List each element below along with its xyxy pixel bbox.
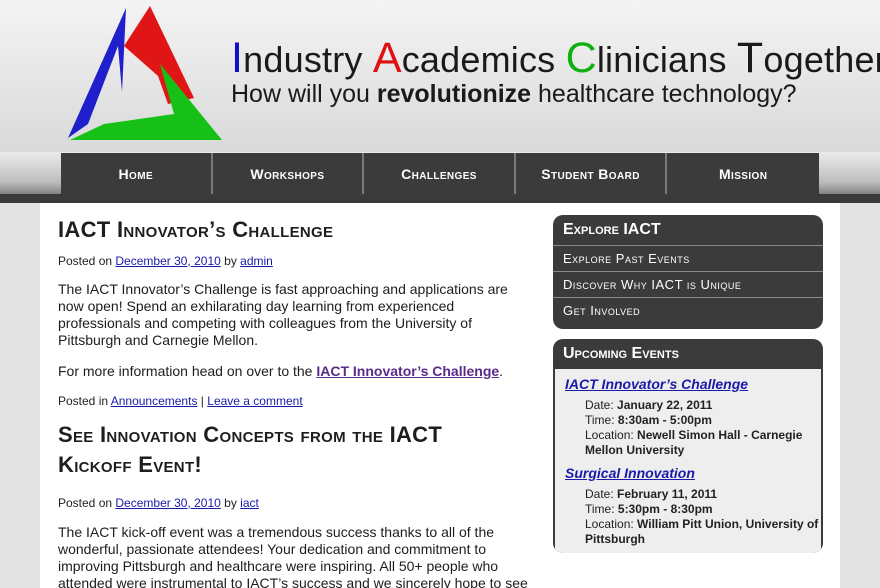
site-header: Industry Academics Clinicians Together H… xyxy=(0,0,880,152)
get-involved-link[interactable]: Get Involved xyxy=(553,297,823,323)
nav-challenges[interactable]: Challenges xyxy=(364,153,516,194)
nav-underbar xyxy=(0,194,880,203)
event-location: Location: William Pitt Union, University… xyxy=(585,517,819,546)
event-item: Surgical Innovation Date: February 11, 2… xyxy=(555,462,821,547)
event-title-link[interactable]: IACT Innovator’s Challenge xyxy=(555,373,821,395)
events-widget: Upcoming Events IACT Innovator’s Challen… xyxy=(553,339,823,553)
event-item: IACT Innovator’s Challenge Date: January… xyxy=(555,373,821,458)
discover-unique-link[interactable]: Discover Why IACT is Unique xyxy=(553,271,823,297)
explore-widget: Explore IACT Explore Past Events Discove… xyxy=(553,215,823,329)
post-paragraph: For more information head on over to the… xyxy=(58,363,504,379)
explore-widget-title: Explore IACT xyxy=(563,221,661,238)
events-list: IACT Innovator’s Challenge Date: January… xyxy=(555,369,821,553)
post-date-link[interactable]: December 30, 2010 xyxy=(115,254,220,268)
challenge-link[interactable]: IACT Innovator’s Challenge xyxy=(316,363,499,379)
title-word-2: Academics xyxy=(372,34,556,82)
iact-logo[interactable] xyxy=(64,6,224,142)
nav-student-board[interactable]: Student Board xyxy=(516,153,668,194)
nav-mission[interactable]: Mission xyxy=(667,153,819,194)
post-meta: Posted on December 30, 2010 by admin xyxy=(58,254,273,268)
site-tagline: How will you revolutionize healthcare te… xyxy=(231,80,797,108)
title-word-3: Clinicians xyxy=(565,34,727,82)
sidebar: Explore IACT Explore Past Events Discove… xyxy=(553,215,823,553)
event-time: Time: 5:30pm - 8:30pm xyxy=(585,502,713,516)
events-widget-title: Upcoming Events xyxy=(563,345,679,362)
site-title: Industry Academics Clinicians Together xyxy=(231,36,880,82)
event-date: Date: January 22, 2011 xyxy=(585,398,713,412)
post: See Innovation Concepts from the IACT Ki… xyxy=(58,420,528,588)
nav-workshops[interactable]: Workshops xyxy=(213,153,365,194)
title-word-4: Together xyxy=(736,34,880,82)
post-author-link[interactable]: admin xyxy=(240,254,273,268)
post-author-link[interactable]: iact xyxy=(240,496,259,510)
leave-comment-link[interactable]: Leave a comment xyxy=(207,394,302,408)
nav-home[interactable]: Home xyxy=(61,153,213,194)
event-date: Date: February 11, 2011 xyxy=(585,487,718,501)
event-location: Location: Newell Simon Hall - Carnegie M… xyxy=(585,428,803,457)
explore-past-events-link[interactable]: Explore Past Events xyxy=(553,245,823,271)
event-time: Time: 8:30am - 5:00pm xyxy=(585,413,712,427)
post-title[interactable]: IACT Innovator’s Challenge xyxy=(58,215,528,245)
post: IACT Innovator’s Challenge Posted on Dec… xyxy=(58,203,528,408)
main-nav: Home Workshops Challenges Student Board … xyxy=(61,153,819,194)
post-footer: Posted in Announcements | Leave a commen… xyxy=(58,394,303,408)
event-title-link[interactable]: Surgical Innovation xyxy=(555,462,821,484)
post-paragraph: The IACT kick-off event was a tremendous… xyxy=(58,524,528,588)
title-word-1: Industry xyxy=(231,34,363,82)
category-link[interactable]: Announcements xyxy=(111,394,198,408)
post-title[interactable]: See Innovation Concepts from the IACT Ki… xyxy=(58,420,498,480)
post-paragraph: The IACT Innovator’s Challenge is fast a… xyxy=(58,281,508,348)
post-date-link[interactable]: December 30, 2010 xyxy=(115,496,220,510)
post-meta: Posted on December 30, 2010 by iact xyxy=(58,496,259,510)
main-content: IACT Innovator’s Challenge Posted on Dec… xyxy=(58,203,528,588)
